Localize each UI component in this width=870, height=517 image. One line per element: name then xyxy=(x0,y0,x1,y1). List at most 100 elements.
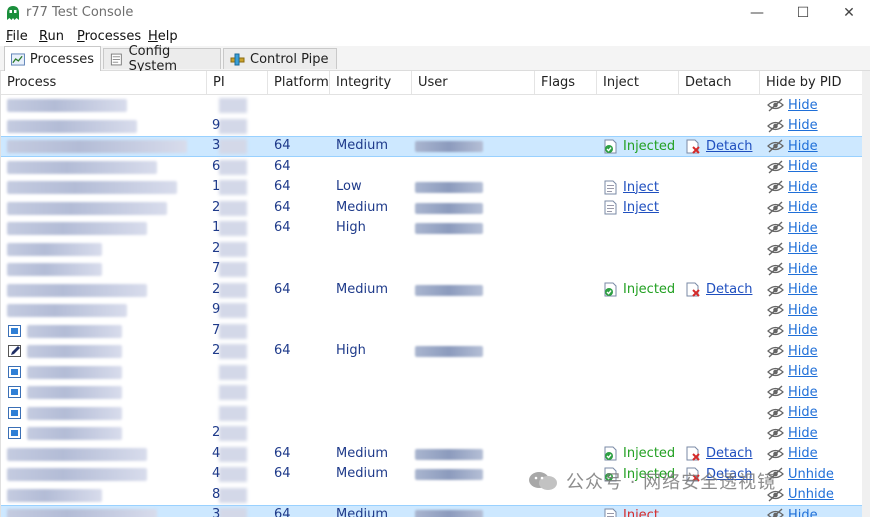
hide-label[interactable]: Hide xyxy=(788,159,818,174)
inject-link[interactable]: Inject xyxy=(604,200,659,216)
vertical-scrollbar[interactable] xyxy=(862,71,870,517)
column-flags[interactable]: Flags xyxy=(535,71,597,94)
table-row[interactable]: 2 Hide xyxy=(1,423,863,444)
process-name-redacted xyxy=(27,324,122,338)
table-row[interactable]: 9 Hide xyxy=(1,116,863,137)
detach-link[interactable]: Detach xyxy=(686,138,752,154)
column-inject[interactable]: Inject xyxy=(597,71,679,94)
detach-link[interactable]: Detach xyxy=(686,446,752,462)
column-process[interactable]: Process xyxy=(1,71,207,94)
hide-label[interactable]: Hide xyxy=(788,446,818,461)
table-row[interactable]: 4 64 Medium Injected Detach Hide xyxy=(1,444,863,465)
hide-label[interactable]: Hide xyxy=(788,180,818,195)
inject-label[interactable]: Inject xyxy=(623,180,659,195)
hide-link[interactable]: Hide xyxy=(767,405,818,421)
table-row[interactable]: 7 Hide xyxy=(1,321,863,342)
hide-label[interactable]: Hide xyxy=(788,98,818,113)
tab-config-system[interactable]: Config System xyxy=(103,44,221,74)
inject-label[interactable]: Inject xyxy=(623,508,659,517)
column-hide[interactable]: Hide by PID xyxy=(760,71,863,94)
config-icon xyxy=(110,53,122,65)
table-row[interactable]: Hide xyxy=(1,95,863,116)
table-row[interactable]: 3 64 Medium Inject Hide xyxy=(1,505,863,517)
inject-label[interactable]: Inject xyxy=(623,200,659,215)
hide-label[interactable]: Hide xyxy=(788,221,818,236)
detach-label[interactable]: Detach xyxy=(706,446,752,461)
eye-slash-icon xyxy=(767,139,784,153)
hide-label[interactable]: Hide xyxy=(788,364,818,379)
minimize-button[interactable]: — xyxy=(734,0,780,26)
hide-link[interactable]: Hide xyxy=(767,343,818,359)
menu-file[interactable]: File xyxy=(6,29,28,44)
table-row[interactable]: 2 64 Medium Injected Detach Hide xyxy=(1,280,863,301)
hide-label[interactable]: Hide xyxy=(788,282,818,297)
hide-label[interactable]: Hide xyxy=(788,262,818,277)
hide-label[interactable]: Hide xyxy=(788,323,818,338)
hide-link[interactable]: Hide xyxy=(767,384,818,400)
hide-label[interactable]: Hide xyxy=(788,139,818,154)
detach-label[interactable]: Detach xyxy=(706,139,752,154)
menu-help[interactable]: Help xyxy=(148,29,178,44)
hide-link[interactable]: Hide xyxy=(767,200,818,216)
hide-link[interactable]: Hide xyxy=(767,97,818,113)
eye-slash-icon xyxy=(767,200,784,215)
hide-link[interactable]: Hide xyxy=(767,241,818,257)
tab-control-pipe[interactable]: Control Pipe xyxy=(223,48,337,69)
hide-link[interactable]: Hide xyxy=(767,118,818,134)
hide-label[interactable]: Unhide xyxy=(788,487,834,502)
hide-label[interactable]: Hide xyxy=(788,508,818,517)
hide-label[interactable]: Hide xyxy=(788,426,818,441)
menu-processes[interactable]: Processes xyxy=(77,29,141,44)
hide-link[interactable]: Hide xyxy=(767,323,818,339)
hide-link[interactable]: Hide xyxy=(767,159,818,175)
table-row[interactable]: 7 Hide xyxy=(1,259,863,280)
table-row[interactable]: 2 Hide xyxy=(1,239,863,260)
table-row[interactable]: Hide xyxy=(1,403,863,424)
hide-link[interactable]: Hide xyxy=(767,302,818,318)
hide-label[interactable]: Hide xyxy=(788,303,818,318)
table-row[interactable]: Hide xyxy=(1,362,863,383)
detach-link[interactable]: Detach xyxy=(686,282,752,298)
detach-icon xyxy=(686,282,700,297)
hide-label[interactable]: Hide xyxy=(788,200,818,215)
hide-label[interactable]: Hide xyxy=(788,405,818,420)
hide-link[interactable]: Unhide xyxy=(767,487,834,503)
inject-document-icon xyxy=(604,200,617,215)
menu-run[interactable]: Run xyxy=(39,29,64,44)
hide-link[interactable]: Hide xyxy=(767,179,818,195)
column-detach[interactable]: Detach xyxy=(679,71,760,94)
hide-link[interactable]: Hide xyxy=(767,425,818,441)
hide-link[interactable]: Hide xyxy=(767,446,818,462)
column-integrity[interactable]: Integrity xyxy=(330,71,412,94)
hide-link[interactable]: Hide xyxy=(767,507,818,517)
hide-link[interactable]: Hide xyxy=(767,220,818,236)
hide-label[interactable]: Hide xyxy=(788,385,818,400)
table-row[interactable]: 3 64 Medium Injected Detach Hide xyxy=(1,136,863,157)
hide-link[interactable]: Hide xyxy=(767,282,818,298)
table-row[interactable]: 1 64 High Hide xyxy=(1,218,863,239)
table-row[interactable]: 2 64 Medium Inject Hide xyxy=(1,198,863,219)
detach-label[interactable]: Detach xyxy=(706,282,752,297)
inject-link[interactable]: Inject xyxy=(604,179,659,195)
column-platform[interactable]: Platform xyxy=(268,71,330,94)
table-row[interactable]: Hide xyxy=(1,382,863,403)
hide-label[interactable]: Hide xyxy=(788,344,818,359)
column-user[interactable]: User xyxy=(412,71,535,94)
table-row[interactable]: 1 64 Low Inject Hide xyxy=(1,177,863,198)
tab-processes[interactable]: Processes xyxy=(4,46,101,71)
inject-link[interactable]: Inject xyxy=(604,507,659,517)
hide-link[interactable]: Hide xyxy=(767,261,818,277)
hide-link[interactable]: Unhide xyxy=(767,466,834,482)
hide-link[interactable]: Hide xyxy=(767,138,818,154)
hide-label[interactable]: Hide xyxy=(788,118,818,133)
maximize-button[interactable]: ☐ xyxy=(780,0,826,26)
hide-label[interactable]: Unhide xyxy=(788,467,834,482)
table-row[interactable]: 2 64 High Hide xyxy=(1,341,863,362)
table-row[interactable]: 6 64 Hide xyxy=(1,157,863,178)
close-button[interactable]: ✕ xyxy=(826,0,870,26)
detach-icon xyxy=(686,139,700,154)
column-pid[interactable]: PI xyxy=(207,71,268,94)
table-row[interactable]: 9 Hide xyxy=(1,300,863,321)
hide-link[interactable]: Hide xyxy=(767,364,818,380)
hide-label[interactable]: Hide xyxy=(788,241,818,256)
